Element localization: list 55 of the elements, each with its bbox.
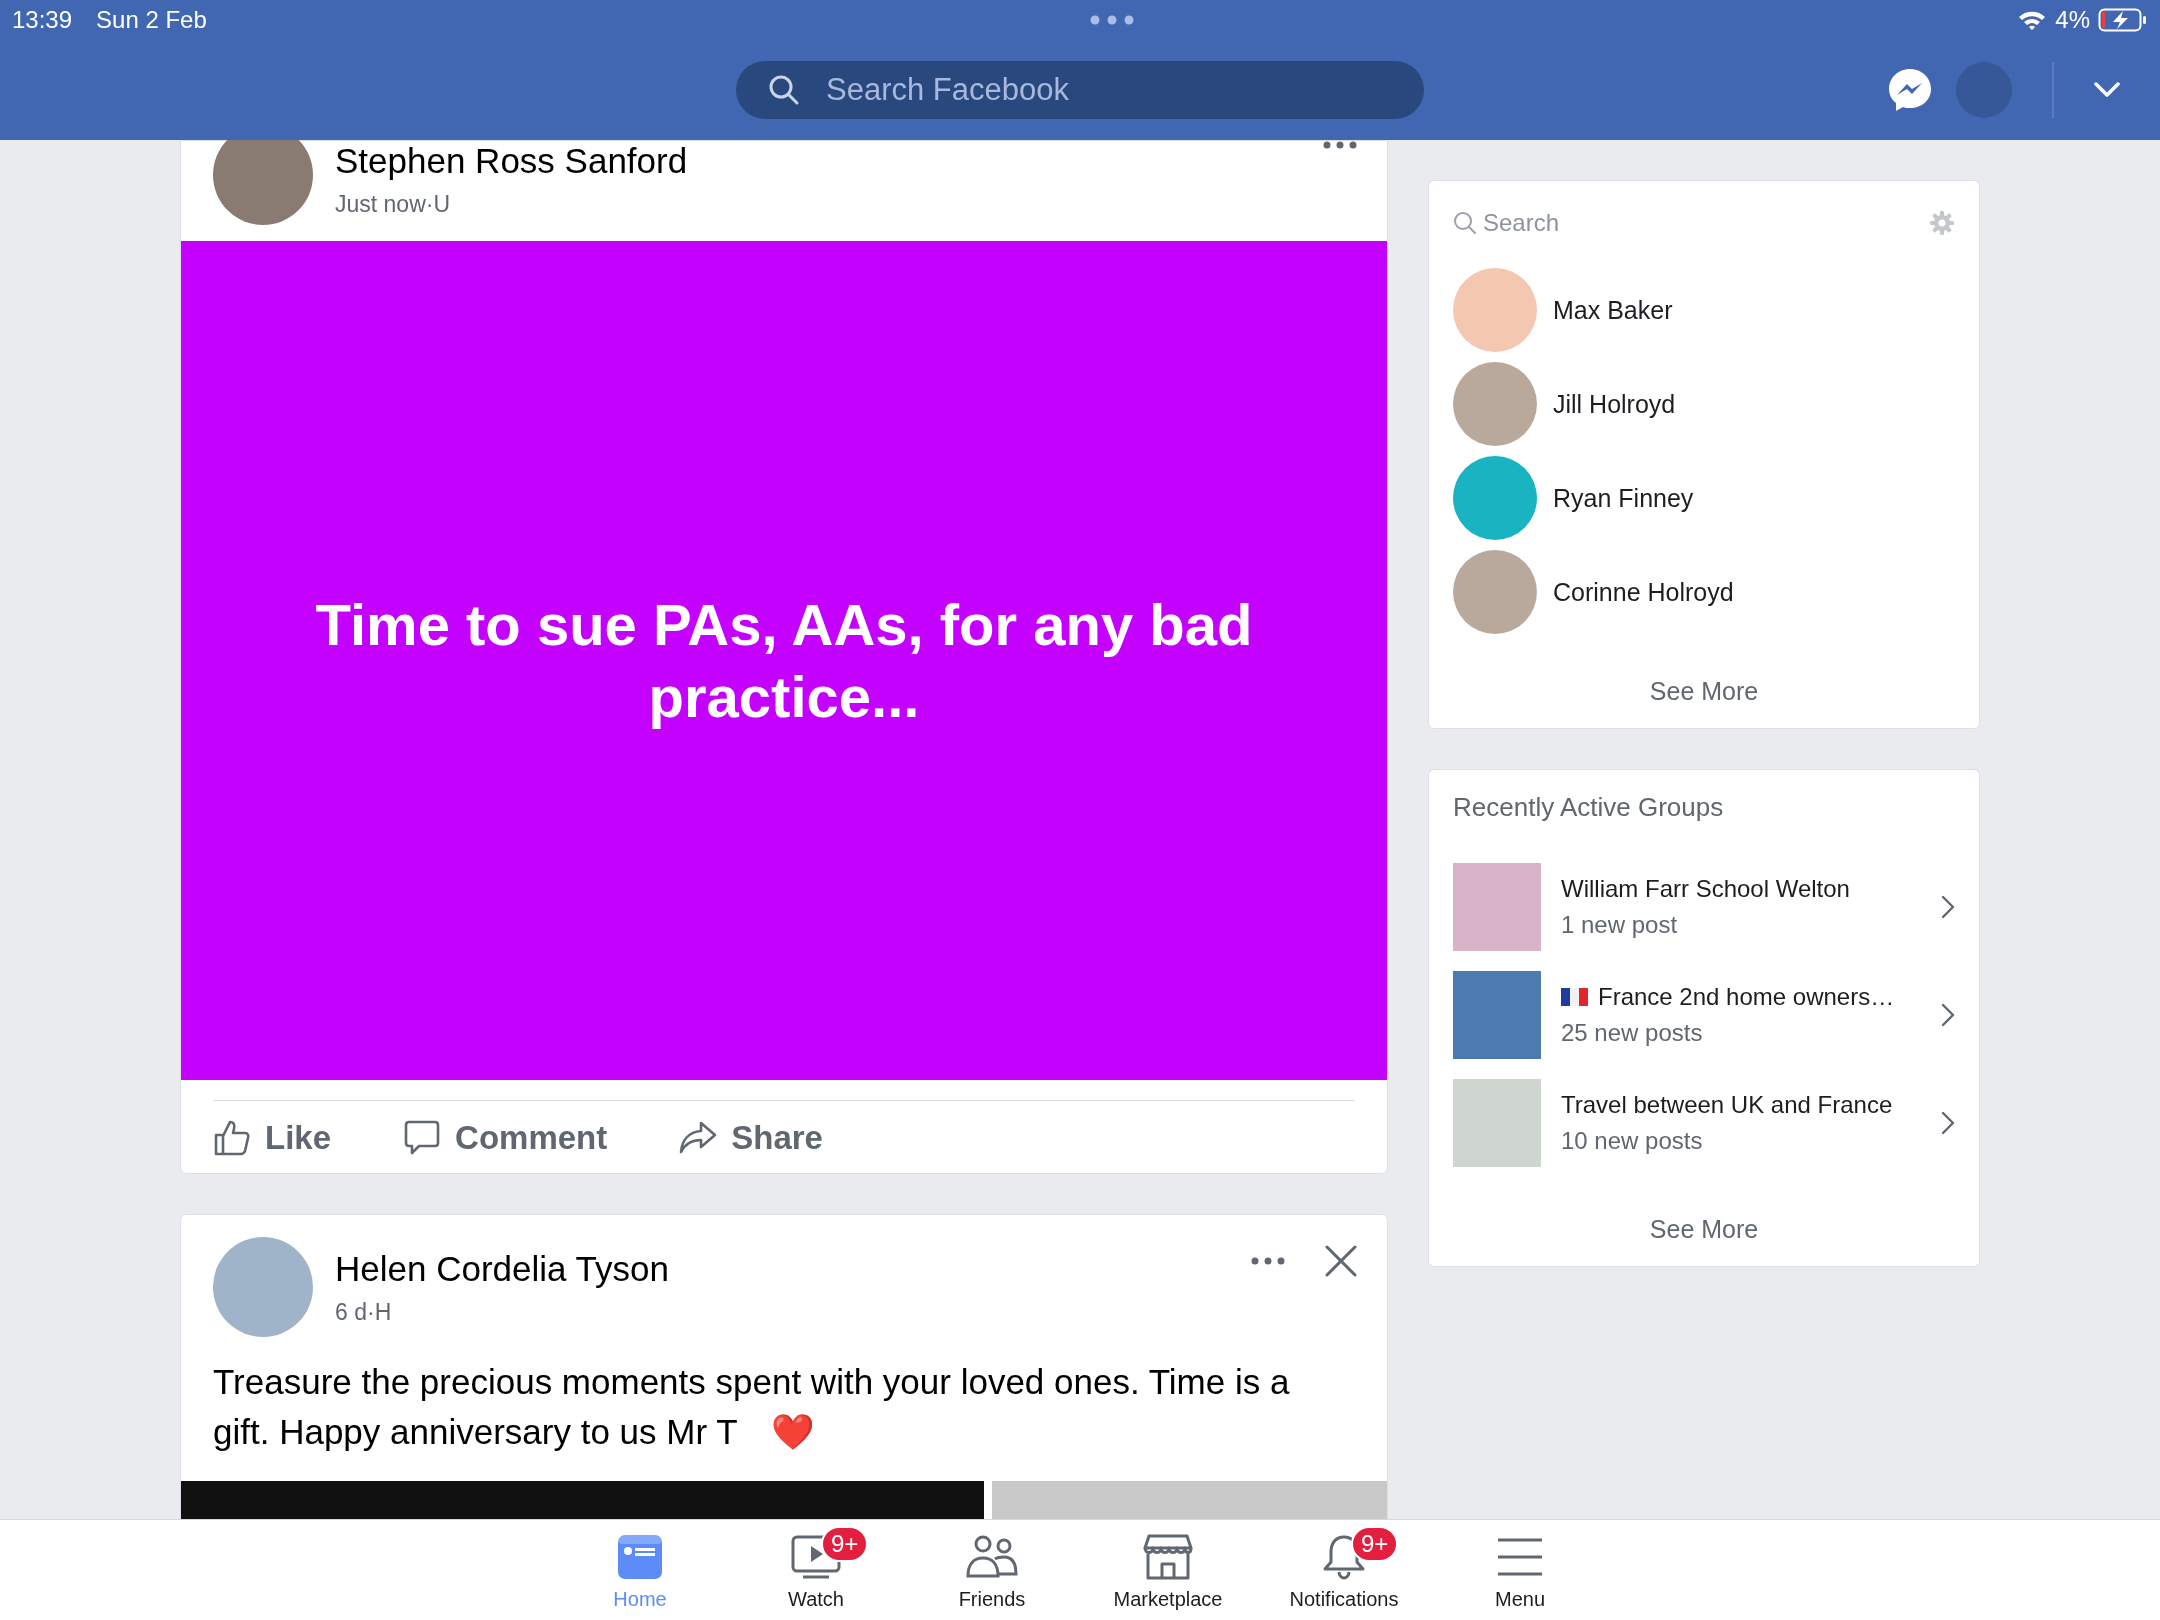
- post-meta: 6 d·H: [335, 1298, 393, 1326]
- speech-bubble-icon: [403, 1119, 442, 1157]
- more-options-icon[interactable]: [1323, 141, 1357, 149]
- nav-tab[interactable]: Friends: [904, 1520, 1080, 1620]
- contact-search-field[interactable]: Search: [1481, 208, 1925, 238]
- close-icon[interactable]: [1325, 1245, 1357, 1277]
- group-name: William Farr School Welton: [1561, 875, 1850, 903]
- battery-charging-icon: [2098, 8, 2148, 32]
- see-more-link[interactable]: See More: [1641, 673, 1767, 710]
- groups-heading: Recently Active Groups: [1453, 792, 1725, 823]
- nav-tab[interactable]: Menu: [1432, 1520, 1608, 1620]
- notification-badge: 9+: [821, 1526, 869, 1562]
- notification-badge: 9+: [1351, 1526, 1399, 1562]
- post-text: Treasure the precious moments spent with your loved ones. Time is a gift. Happy anniversary to us Mr T ❤: [213, 1361, 1291, 1453]
- post-meta: Just now·U: [335, 191, 452, 218]
- chevron-down-icon[interactable]: [2094, 82, 2120, 98]
- group-name: Travel between UK and France: [1561, 1091, 1893, 1119]
- group-activity: 1 new post: [1561, 911, 1679, 939]
- battery-percentage: 4%: [2055, 6, 2090, 34]
- chevron-right-icon: [1941, 895, 1955, 919]
- group-activity: 10 new posts: [1561, 1127, 1704, 1155]
- status-time: 13:39: [12, 6, 73, 34]
- chevron-right-icon: [1941, 1111, 1955, 1135]
- more-options-icon[interactable]: [1251, 1257, 1285, 1265]
- post-action-button[interactable]: Comment: [403, 1119, 608, 1157]
- nav-tab[interactable]: 9+ Notifications: [1256, 1520, 1432, 1620]
- people-icon: [965, 1534, 1019, 1580]
- contact-item[interactable]: Jill Holroyd: [1453, 357, 1955, 451]
- contact-item[interactable]: Ryan Finney: [1453, 451, 1955, 545]
- group-item[interactable]: France 2nd home owners… 25 new posts: [1453, 961, 1955, 1069]
- storefront-icon: [1143, 1534, 1193, 1580]
- search-icon: [1453, 211, 1477, 235]
- status-date: Sun 2 Feb: [96, 6, 207, 34]
- nav-tab[interactable]: 9+ Watch: [728, 1520, 904, 1620]
- wifi-icon: [2017, 9, 2048, 31]
- post-action-button[interactable]: Share: [679, 1119, 823, 1157]
- search-field[interactable]: Search Facebook: [736, 61, 1424, 119]
- group-item[interactable]: Travel between UK and France 10 new posts: [1453, 1069, 1955, 1177]
- menu-icon: [1497, 1537, 1543, 1577]
- chevron-right-icon: [1941, 1003, 1955, 1027]
- contact-item[interactable]: Corinne Holroyd: [1453, 545, 1955, 639]
- see-more-link[interactable]: See More: [1641, 1211, 1767, 1248]
- group-activity: 25 new posts: [1561, 1019, 1704, 1047]
- post-action-button[interactable]: Like: [213, 1119, 332, 1157]
- author-name[interactable]: Stephen Ross Sanford: [335, 141, 1301, 181]
- messenger-icon[interactable]: [1886, 66, 1934, 114]
- group-name: France 2nd home owners…: [1598, 983, 1895, 1011]
- multitask-dots-icon[interactable]: [1090, 15, 1135, 25]
- news-feed-icon: [617, 1534, 663, 1580]
- author-name[interactable]: Helen Cordelia Tyson: [335, 1248, 1229, 1289]
- group-item[interactable]: William Farr School Welton 1 new post: [1453, 853, 1955, 961]
- post-text: Time to sue PAs, AAs, for any bad practice...: [314, 590, 1254, 731]
- thumbs-up-icon: [213, 1119, 251, 1157]
- contact-item[interactable]: Max Baker: [1453, 263, 1955, 357]
- nav-tab[interactable]: Marketplace: [1080, 1520, 1256, 1620]
